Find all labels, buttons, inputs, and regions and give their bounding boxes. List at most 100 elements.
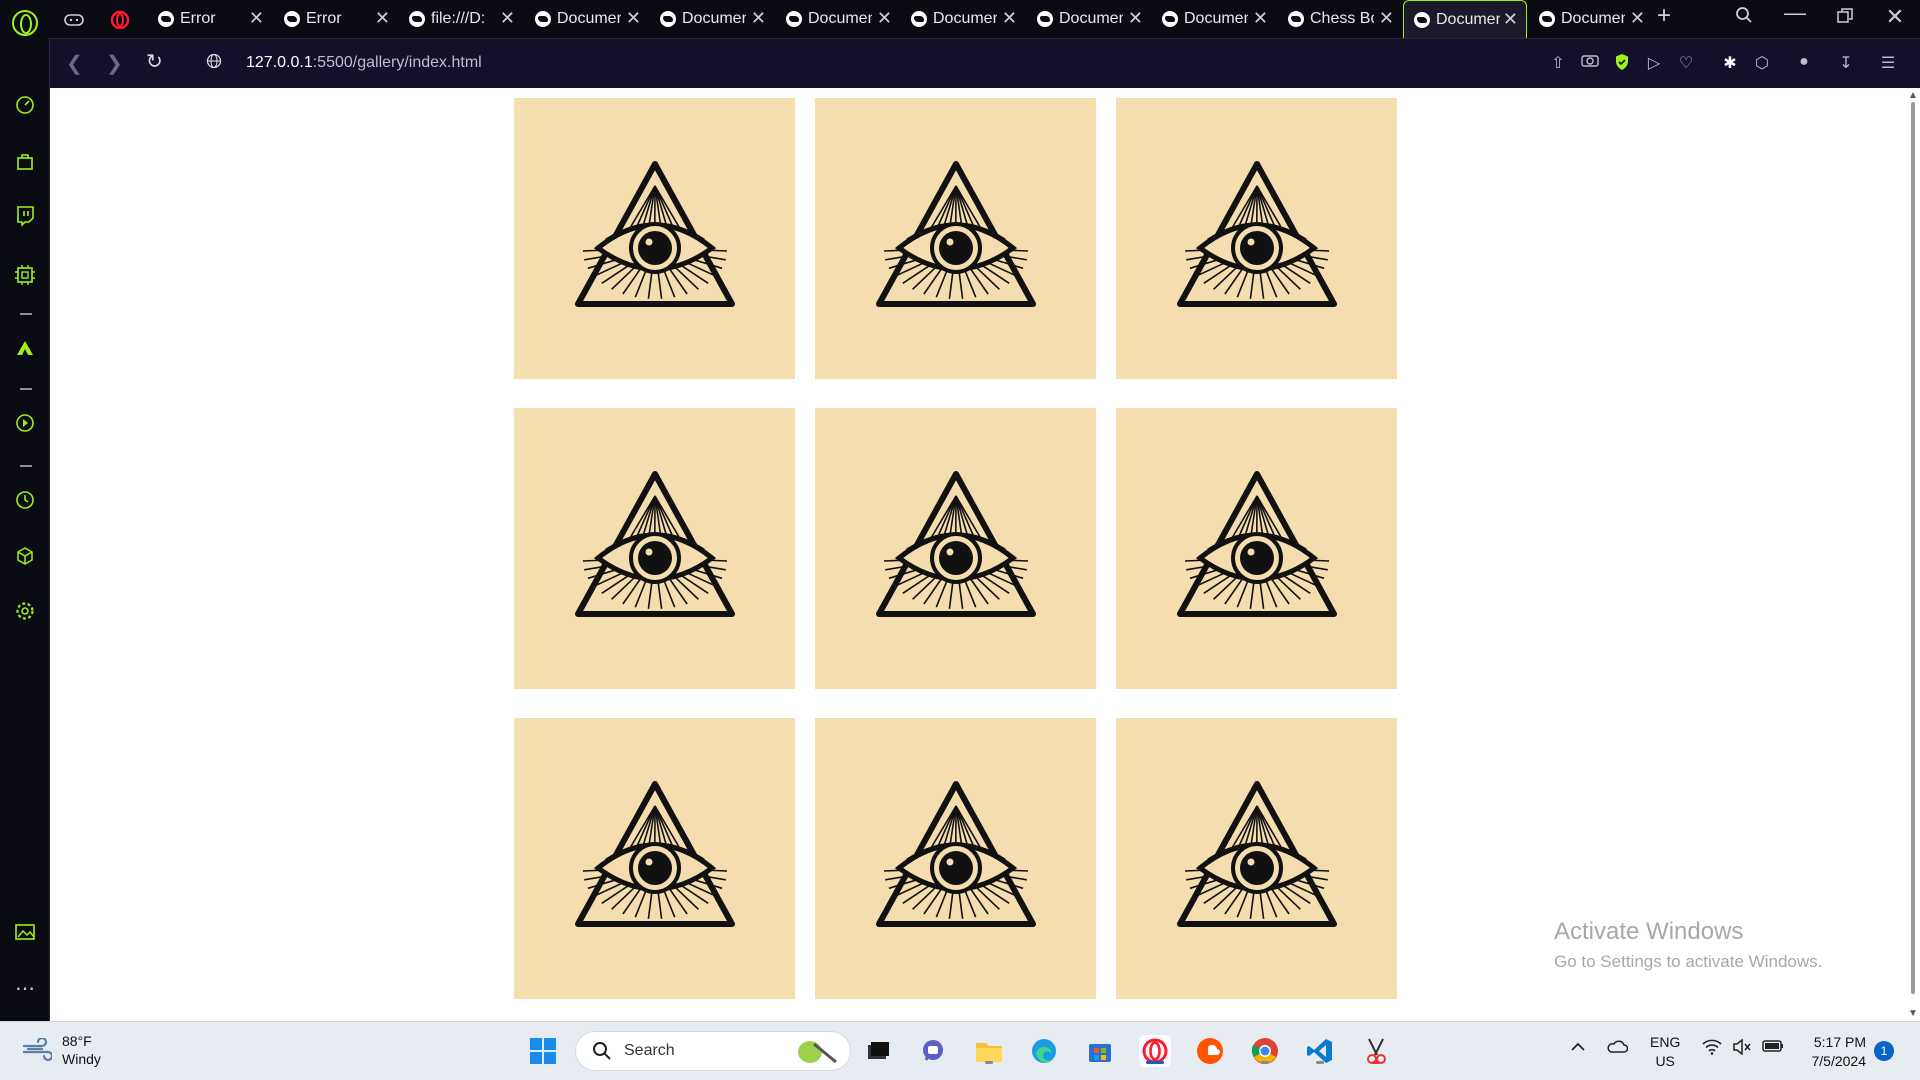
- downloads-icon[interactable]: ↧: [1836, 53, 1856, 73]
- battery-charging-icon[interactable]: [1762, 1039, 1784, 1057]
- onedrive-cloud-icon[interactable]: [1606, 1038, 1629, 1058]
- tab-close-icon[interactable]: ✕: [1503, 9, 1518, 30]
- browser-tab[interactable]: Error ✕: [148, 0, 272, 38]
- tab-label: Document: [557, 10, 621, 27]
- eye-of-providence-icon: [871, 466, 1041, 631]
- file-explorer-icon[interactable]: [973, 1035, 1005, 1067]
- send-icon[interactable]: ▷: [1644, 53, 1664, 73]
- close-window-button[interactable]: ✕: [1875, 4, 1915, 30]
- browser-tab[interactable]: Document ✕: [525, 0, 649, 38]
- watermark-title: Activate Windows: [1554, 918, 1744, 945]
- task-view-icon[interactable]: [862, 1035, 894, 1067]
- opera-tab-icon[interactable]: [108, 8, 132, 32]
- extensions-cube-icon[interactable]: [13, 546, 37, 570]
- browser-tab[interactable]: Document✕: [650, 0, 774, 38]
- tab-close-icon[interactable]: ✕: [1630, 8, 1645, 29]
- extensions-icon[interactable]: ✱: [1720, 53, 1740, 73]
- gallery-tile[interactable]: [815, 718, 1096, 999]
- edge-browser-icon[interactable]: [1028, 1035, 1060, 1067]
- browser-tab[interactable]: Document✕: [776, 0, 900, 38]
- browser-tab[interactable]: Chess Bo ✕: [1278, 0, 1402, 38]
- search-tabs-icon[interactable]: [1724, 4, 1764, 30]
- tab-close-icon[interactable]: ✕: [626, 8, 641, 29]
- tab-close-icon[interactable]: ✕: [877, 8, 892, 29]
- browser-tab[interactable]: Document✕: [1529, 0, 1653, 38]
- site-info-icon[interactable]: [206, 52, 222, 75]
- wifi-icon[interactable]: [1702, 1039, 1722, 1059]
- gallery-tile[interactable]: [815, 98, 1096, 379]
- tab-close-icon[interactable]: ✕: [500, 8, 515, 29]
- wallpaper-image-icon[interactable]: [13, 922, 37, 946]
- history-clock-icon[interactable]: [13, 490, 37, 514]
- gx-cleaner-icon[interactable]: [13, 338, 37, 362]
- notification-badge[interactable]: 1: [1874, 1041, 1894, 1061]
- tab-close-icon[interactable]: ✕: [1253, 8, 1268, 29]
- teams-chat-icon[interactable]: [917, 1035, 949, 1067]
- more-options-icon[interactable]: ⋯: [13, 979, 37, 1006]
- gamepad-icon[interactable]: [62, 8, 86, 32]
- player-icon[interactable]: [13, 413, 37, 437]
- tab-close-icon[interactable]: ✕: [1128, 8, 1143, 29]
- gallery-tile[interactable]: [514, 408, 795, 689]
- chrome-icon[interactable]: [1249, 1035, 1281, 1067]
- gallery-tile[interactable]: [514, 718, 795, 999]
- tab-label: file:///D:: [431, 10, 486, 27]
- scrollbar-thumb[interactable]: [1911, 102, 1915, 994]
- back-button[interactable]: ❮: [66, 51, 83, 76]
- forward-button[interactable]: ❯: [106, 51, 123, 76]
- ad-blocker-shield-icon[interactable]: [1612, 53, 1632, 73]
- microsoft-store-icon[interactable]: [1084, 1035, 1116, 1067]
- browser-tab[interactable]: Document✕: [1403, 0, 1527, 38]
- restore-button[interactable]: [1825, 4, 1865, 30]
- url-field[interactable]: 127.0.0.1:5500/gallery/index.html: [246, 54, 482, 72]
- gallery-tile[interactable]: [815, 408, 1096, 689]
- tab-close-icon[interactable]: ✕: [249, 8, 264, 29]
- easy-setup-icon[interactable]: ☰: [1878, 53, 1898, 73]
- browser-tab[interactable]: Document✕: [1027, 0, 1151, 38]
- scroll-up-icon[interactable]: ▲: [1908, 90, 1918, 101]
- gallery-tile[interactable]: [1116, 408, 1397, 689]
- system-clock[interactable]: 5:17 PM 7/5/2024: [1800, 1033, 1867, 1071]
- start-button[interactable]: [527, 1035, 559, 1067]
- reload-button[interactable]: ↻: [146, 49, 163, 74]
- store-bag-icon[interactable]: [13, 151, 37, 175]
- browser-tab[interactable]: file:///D: ✕: [399, 0, 523, 38]
- browser-tab[interactable]: Error ✕: [274, 0, 398, 38]
- speaker-muted-icon[interactable]: [1732, 1038, 1752, 1059]
- weather-condition: Windy: [62, 1051, 101, 1067]
- tab-close-icon[interactable]: ✕: [1379, 8, 1394, 29]
- minimize-button[interactable]: —: [1775, 0, 1815, 26]
- twitch-icon[interactable]: [13, 206, 37, 230]
- page-scrollbar[interactable]: ▲ ▼: [1906, 88, 1920, 1021]
- speed-dial-gauge-icon[interactable]: [13, 95, 37, 119]
- favorite-heart-icon[interactable]: ♡: [1676, 53, 1696, 73]
- gallery-tile[interactable]: [1116, 718, 1397, 999]
- browser-tab[interactable]: Document ✕: [901, 0, 1025, 38]
- settings-gear-icon[interactable]: [13, 601, 37, 625]
- snapshot-icon[interactable]: [1580, 53, 1600, 73]
- gallery-tile[interactable]: [514, 98, 795, 379]
- new-tab-button[interactable]: +: [1644, 2, 1684, 30]
- profile-icon[interactable]: ●: [1794, 53, 1814, 73]
- tab-favicon-icon: [1037, 11, 1053, 27]
- tab-close-icon[interactable]: ✕: [1002, 8, 1017, 29]
- input-language-indicator[interactable]: ENG US: [1650, 1033, 1680, 1071]
- scroll-down-icon[interactable]: ▼: [1908, 1008, 1918, 1019]
- tab-label: Document: [933, 10, 997, 27]
- cube-icon[interactable]: ⬡: [1752, 53, 1772, 73]
- tab-close-icon[interactable]: ✕: [375, 8, 390, 29]
- soundcloud-icon[interactable]: [1194, 1035, 1226, 1067]
- share-icon[interactable]: ⇧: [1548, 53, 1568, 73]
- snipping-tool-icon[interactable]: [1360, 1035, 1392, 1067]
- taskbar-search[interactable]: Search: [575, 1031, 851, 1071]
- opera-gx-taskbar-icon[interactable]: [1139, 1035, 1171, 1067]
- show-hidden-icons-chevron-icon[interactable]: [1570, 1039, 1586, 1056]
- vscode-icon[interactable]: [1304, 1035, 1336, 1067]
- tab-close-icon[interactable]: ✕: [751, 8, 766, 29]
- hardware-cpu-icon[interactable]: [13, 264, 37, 288]
- gallery-tile[interactable]: [1116, 98, 1397, 379]
- browser-tab[interactable]: Document✕: [1152, 0, 1276, 38]
- opera-menu-icon[interactable]: [12, 10, 38, 36]
- running-indicator: [1372, 1061, 1380, 1064]
- weather-widget[interactable]: 88°F Windy: [22, 1032, 101, 1068]
